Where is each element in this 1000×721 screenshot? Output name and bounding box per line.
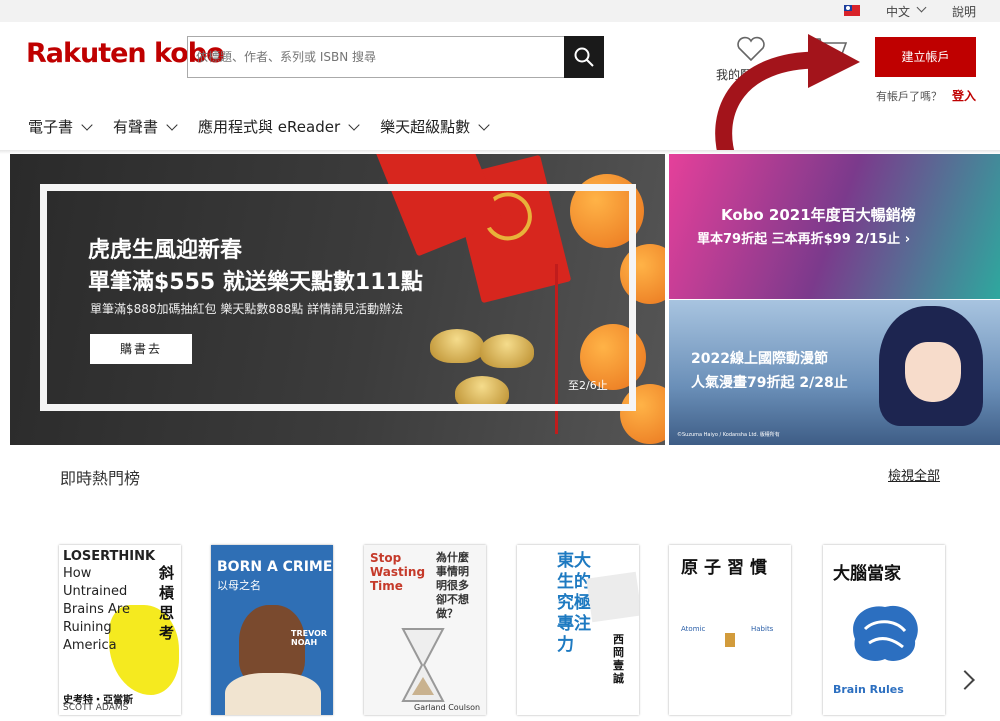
book-title: LOSERTHINK bbox=[63, 549, 156, 564]
help-link[interactable]: 說明 bbox=[952, 3, 976, 20]
book-en-word: Habits bbox=[751, 625, 774, 633]
book-cn-title: 大腦當家 bbox=[833, 564, 901, 584]
view-all-link[interactable]: 檢視全部 bbox=[888, 465, 940, 484]
section-title: 即時熱門榜 bbox=[60, 469, 141, 488]
cover-illustration bbox=[725, 633, 735, 647]
book-cn-title: 為什麼事情明明很多卻不想做？ bbox=[436, 551, 469, 620]
utility-bar: 中文 說明 bbox=[0, 0, 1000, 22]
anime-festival-banner[interactable]: 2022線上國際動漫節 人氣漫畫79折起 2/28止 ©Suzuma Haiyo… bbox=[669, 300, 1000, 445]
hero-subtitle: 單筆滿$888加碼抽紅包 樂天點數888點 詳情請見活動辦法 bbox=[90, 302, 404, 316]
account-question: 有帳戶了嗎？ bbox=[876, 90, 942, 103]
book-author-en: SCOTT ADAMS bbox=[63, 703, 129, 713]
taiwan-flag-icon bbox=[844, 5, 860, 16]
chevron-down-icon bbox=[81, 118, 93, 131]
hourglass-image bbox=[401, 628, 445, 702]
book-cover[interactable]: 大腦當家 Brain Rules bbox=[823, 545, 945, 715]
book-cover[interactable]: 東大生的究極專注力 西岡壹誠 bbox=[517, 545, 639, 715]
banner-line2: 單本79折起 三本再折$99 2/15止 › bbox=[697, 232, 911, 247]
book-cn-title: 斜槓思考 bbox=[159, 564, 175, 642]
anime-face-image bbox=[905, 342, 961, 402]
nav-item-super-points[interactable]: 樂天超級點數 bbox=[380, 116, 490, 137]
chevron-down-icon bbox=[166, 118, 178, 131]
notebook-image bbox=[586, 571, 639, 623]
book-cover[interactable]: BORN A CRIME 以母之名 TREVOR NOAH bbox=[211, 545, 333, 715]
kobo-bestseller-banner[interactable]: Kobo 2021年度百大暢銷榜 單本79折起 三本再折$99 2/15止 › bbox=[669, 154, 1000, 299]
chevron-down-icon bbox=[348, 118, 360, 131]
nav-item-audiobooks[interactable]: 有聲書 bbox=[113, 116, 178, 137]
search-box bbox=[187, 36, 564, 78]
search-input[interactable] bbox=[188, 37, 564, 77]
login-link[interactable]: 登入 bbox=[952, 87, 976, 104]
hero-until: 至2/6止 bbox=[568, 379, 608, 392]
chevron-down-icon[interactable] bbox=[916, 2, 927, 13]
book-cover[interactable]: LOSERTHINK How Untrained Brains Are Ruin… bbox=[59, 545, 181, 715]
hero-title-line1: 虎虎生風迎新春 bbox=[88, 238, 243, 263]
main-nav: 電子書 有聲書 應用程式與 eReader 樂天超級點數 bbox=[28, 116, 490, 137]
nav-item-apps-ereader[interactable]: 應用程式與 eReader bbox=[198, 116, 360, 137]
nav-label: 有聲書 bbox=[113, 118, 159, 136]
banner-line1: 2022線上國際動漫節 bbox=[691, 351, 828, 367]
book-cover[interactable]: Stop Wasting Time 為什麼事情明明很多卻不想做？ Garland… bbox=[364, 545, 486, 715]
carousel-next-icon[interactable] bbox=[955, 670, 975, 690]
banner-line1: Kobo 2021年度百大暢銷榜 bbox=[721, 206, 916, 224]
brain-image bbox=[853, 605, 918, 661]
search-icon bbox=[574, 47, 594, 67]
book-title: BORN A CRIME bbox=[217, 559, 333, 575]
book-cn-title: 以母之名 bbox=[217, 579, 261, 592]
book-author-en: TREVOR NOAH bbox=[291, 629, 328, 647]
book-title: Stop Wasting Time bbox=[370, 551, 426, 593]
banner-line2: 人氣漫畫79折起 2/28止 bbox=[691, 375, 848, 391]
signup-button[interactable]: 建立帳戶 bbox=[875, 37, 976, 77]
nav-label: 應用程式與 eReader bbox=[198, 118, 341, 136]
nav-label: 樂天超級點數 bbox=[380, 118, 471, 136]
shirt-image bbox=[225, 673, 321, 715]
hero-title-line2: 單筆滿$555 就送樂天點數111點 bbox=[88, 270, 423, 295]
book-en-word: Atomic bbox=[681, 625, 706, 633]
book-author: 西岡壹誠 bbox=[613, 633, 624, 685]
hero-frame bbox=[40, 184, 636, 411]
nav-label: 電子書 bbox=[28, 118, 74, 136]
nav-item-ebooks[interactable]: 電子書 bbox=[28, 116, 93, 137]
red-arrow-annotation bbox=[715, 34, 860, 169]
book-cn-title: 原子習慣 bbox=[681, 558, 773, 578]
book-cover[interactable]: 原子習慣 Atomic Habits bbox=[669, 545, 791, 715]
book-subtitle: How Untrained Brains Are Ruining America bbox=[63, 566, 130, 653]
search-button[interactable] bbox=[564, 36, 604, 78]
book-author-en: Garland Coulson bbox=[414, 703, 481, 712]
hero-banner[interactable]: 虎虎生風迎新春 單筆滿$555 就送樂天點數111點 單筆滿$888加碼抽紅包 … bbox=[10, 154, 665, 445]
language-selector[interactable]: 中文 bbox=[886, 3, 910, 20]
chevron-down-icon bbox=[478, 118, 490, 131]
shop-now-button[interactable]: 購書去 bbox=[90, 334, 192, 364]
book-en-title: Brain Rules bbox=[833, 683, 904, 696]
banner-credit: ©Suzuma Haiyo / Kodansha Ltd. 版權所有 bbox=[677, 432, 780, 438]
